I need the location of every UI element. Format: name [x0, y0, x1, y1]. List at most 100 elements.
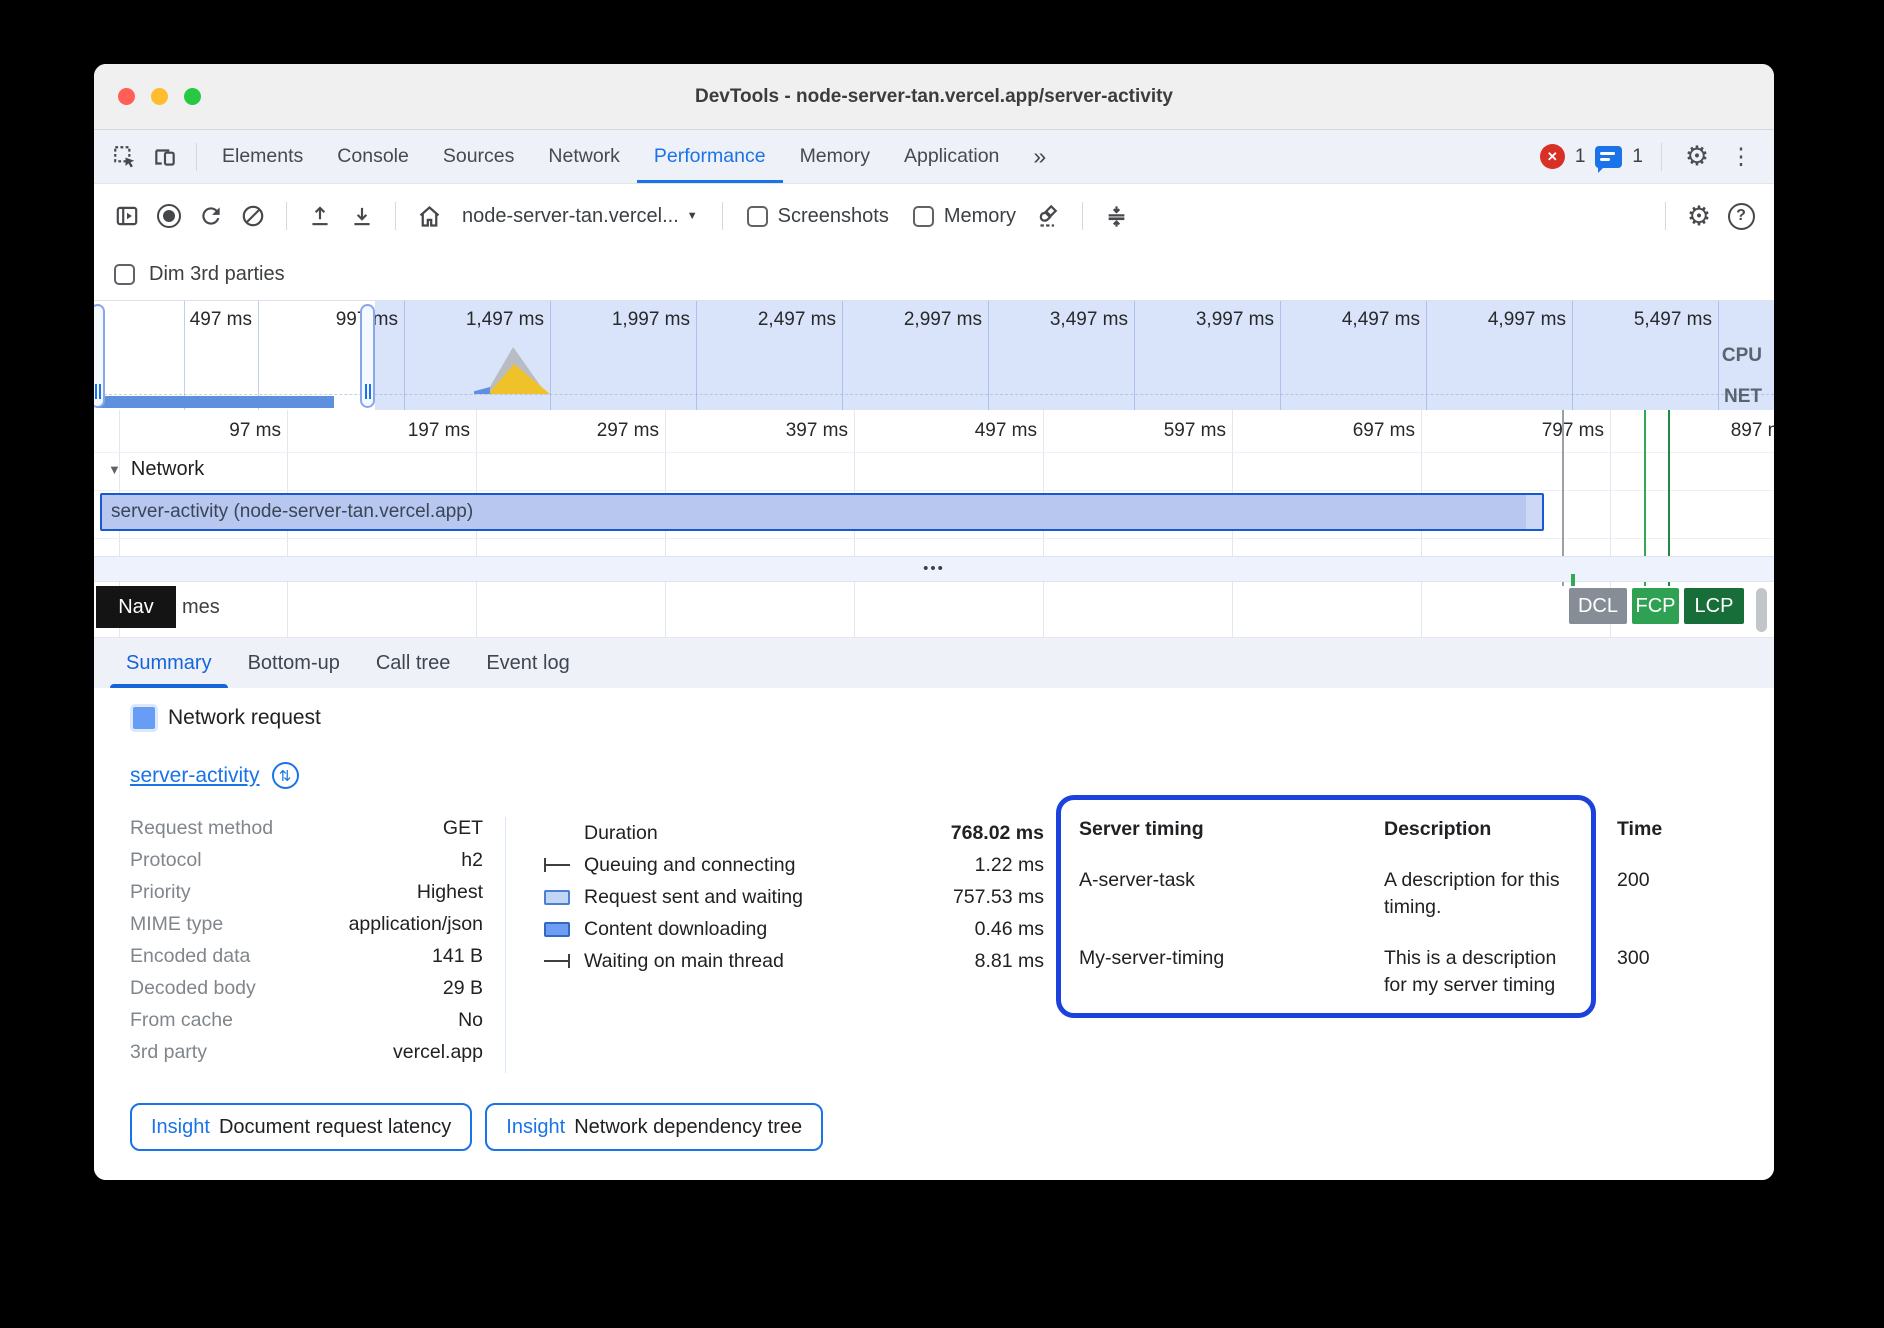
timing-row: Waiting on main thread 8.81 ms — [544, 945, 1044, 977]
overview-tick: 2,497 ms — [702, 309, 836, 331]
request-fields: Request methodGET Protocolh2 PriorityHig… — [130, 817, 483, 1073]
overview-tick: 1,497 ms — [410, 309, 544, 331]
clear-icon[interactable] — [236, 199, 270, 233]
help-icon[interactable]: ? — [1724, 199, 1758, 233]
overview-tick: 2,997 ms — [848, 309, 982, 331]
server-timing-header-row: Server timing Description Time — [1079, 816, 1591, 843]
reveal-in-network-icon[interactable]: ⇅ — [272, 762, 299, 789]
selection-handle-right[interactable] — [360, 304, 375, 408]
divider — [196, 143, 197, 171]
column-divider — [505, 817, 506, 1073]
timing-row: Request sent and waiting 757.53 ms — [544, 881, 1044, 913]
server-timing-table: Server timing Description Time A-server-… — [1056, 795, 1596, 1018]
network-request-swatch-icon — [133, 707, 155, 729]
network-track-header[interactable]: ▼ Network — [108, 458, 204, 481]
field-row: MIME typeapplication/json — [130, 913, 483, 945]
dim-third-parties-label: Dim 3rd parties — [149, 263, 285, 286]
memory-checkbox[interactable] — [913, 206, 934, 227]
marker-tick — [1571, 574, 1575, 586]
lcp-marker-badge[interactable]: LCP — [1684, 588, 1744, 624]
fcp-marker-badge[interactable]: FCP — [1632, 588, 1679, 624]
overview-network-activity-bar — [96, 396, 334, 408]
tab-summary[interactable]: Summary — [108, 638, 230, 688]
overview-tick: 3,497 ms — [994, 309, 1128, 331]
server-timing-row: A-server-task A description for this tim… — [1079, 867, 1591, 921]
collapse-tracks-icon[interactable] — [1099, 199, 1133, 233]
overview-tick: 3,997 ms — [1140, 309, 1274, 331]
home-icon[interactable] — [412, 199, 446, 233]
insight-network-dependency-tree-button[interactable]: Insight Network dependency tree — [485, 1103, 823, 1151]
network-request-bar[interactable]: server-activity (node-server-tan.vercel.… — [100, 493, 1544, 531]
ruler-tick: 797 ms — [1470, 420, 1604, 442]
ruler-tick: 497 ms — [903, 420, 1037, 442]
tab-elements[interactable]: Elements — [205, 130, 320, 183]
server-timing-row: My-server-timing This is a description f… — [1079, 945, 1591, 999]
tab-network[interactable]: Network — [531, 130, 637, 183]
field-row: Encoded data141 B — [130, 945, 483, 977]
garbage-collect-icon[interactable] — [1032, 199, 1066, 233]
ruler-tick: 697 ms — [1281, 420, 1415, 442]
light-bar-icon — [544, 890, 570, 905]
ruler-tick: 897 ms — [1659, 420, 1774, 442]
network-track-label: Network — [131, 458, 204, 481]
dcl-marker-badge[interactable]: DCL — [1569, 588, 1627, 624]
memory-toggle[interactable]: Memory — [905, 205, 1024, 228]
net-track-label: NET — [1724, 386, 1762, 408]
reload-and-record-icon[interactable] — [194, 199, 228, 233]
tab-memory[interactable]: Memory — [783, 130, 887, 183]
caret-down-icon: ▼ — [687, 210, 698, 222]
cpu-track-label: CPU — [1722, 345, 1762, 367]
error-badge-icon[interactable]: ✕ — [1540, 144, 1565, 169]
ruler-tick: 197 ms — [336, 420, 470, 442]
settings-gear-icon[interactable]: ⚙ — [1680, 140, 1714, 174]
tab-console[interactable]: Console — [320, 130, 426, 183]
tab-performance[interactable]: Performance — [637, 130, 783, 183]
tab-application[interactable]: Application — [887, 130, 1016, 183]
screenshots-checkbox[interactable] — [747, 206, 768, 227]
field-row: Request methodGET — [130, 817, 483, 849]
tab-call-tree[interactable]: Call tree — [358, 638, 468, 688]
left-whisker-icon — [544, 858, 570, 872]
timing-breakdown: Duration 768.02 ms Queuing and connectin… — [544, 817, 1044, 977]
insight-document-request-latency-button[interactable]: Insight Document request latency — [130, 1103, 472, 1151]
dim-third-parties-checkbox[interactable] — [114, 264, 135, 285]
request-bar-tail — [1526, 495, 1542, 529]
disclosure-triangle-icon[interactable]: ▼ — [108, 462, 121, 477]
overview-tick: 5,997 ms — [1724, 309, 1774, 331]
tab-sources[interactable]: Sources — [426, 130, 532, 183]
overview-tick: 997 ms — [264, 309, 398, 331]
more-tabs-icon[interactable]: » — [1016, 130, 1063, 183]
tab-event-log[interactable]: Event log — [468, 638, 587, 688]
track-overflow-band[interactable]: ••• — [94, 556, 1774, 582]
devtools-tab-bar: Elements Console Sources Network Perform… — [94, 130, 1774, 184]
device-toolbar-icon[interactable] — [148, 140, 182, 174]
overview-tick: 1,997 ms — [556, 309, 690, 331]
selection-handle-left[interactable] — [94, 304, 105, 408]
issues-badge-icon[interactable] — [1595, 146, 1622, 168]
solid-bar-icon — [544, 922, 570, 937]
download-profile-icon[interactable] — [345, 199, 379, 233]
tab-bottom-up[interactable]: Bottom-up — [230, 638, 358, 688]
toggle-sidebar-icon[interactable] — [110, 199, 144, 233]
nav-tooltip-badge: Nav — [96, 586, 176, 628]
request-link[interactable]: server-activity — [130, 764, 260, 788]
screenshots-toggle[interactable]: Screenshots — [739, 205, 897, 228]
timing-row: Duration 768.02 ms — [544, 817, 1044, 849]
summary-panel: Network request server-activity ⇅ Reques… — [94, 688, 1774, 1180]
overview-tick: 4,497 ms — [1286, 309, 1420, 331]
timeline-tracks[interactable]: 97 ms 197 ms 297 ms 397 ms 497 ms 597 ms… — [94, 410, 1774, 638]
vertical-scrollbar[interactable] — [1756, 588, 1767, 632]
timeline-overview[interactable]: 497 ms 997 ms 1,497 ms 1,997 ms 2,497 ms… — [94, 300, 1774, 410]
kebab-menu-icon[interactable]: ⋮ — [1724, 140, 1758, 174]
ruler-tick: 97 ms — [147, 420, 281, 442]
ruler-tick: 297 ms — [525, 420, 659, 442]
timing-row: Queuing and connecting 1.22 ms — [544, 849, 1044, 881]
field-row: PriorityHighest — [130, 881, 483, 913]
titlebar: DevTools - node-server-tan.vercel.app/se… — [94, 64, 1774, 130]
record-icon[interactable] — [152, 199, 186, 233]
target-selector[interactable]: node-server-tan.vercel... ▼ — [454, 205, 706, 228]
capture-settings-gear-icon[interactable]: ⚙ — [1682, 199, 1716, 233]
inspect-element-icon[interactable] — [108, 140, 142, 174]
issues-count: 1 — [1632, 146, 1643, 168]
upload-profile-icon[interactable] — [303, 199, 337, 233]
